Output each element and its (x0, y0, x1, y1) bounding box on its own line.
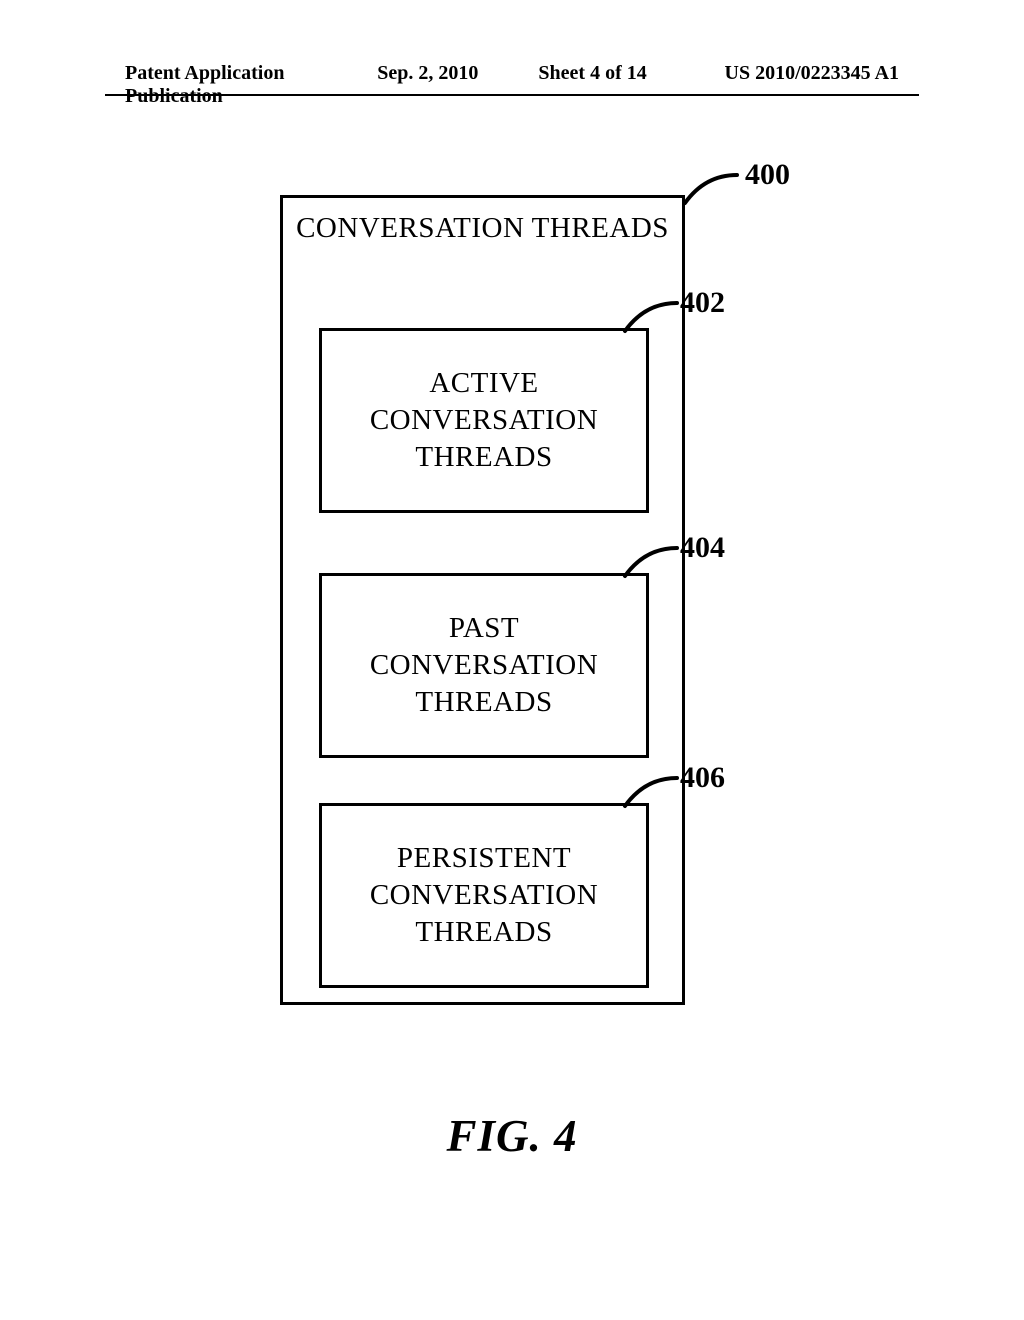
leader-402 (615, 298, 685, 343)
sheet-number: Sheet 4 of 14 (508, 62, 676, 85)
box-line: CONVERSATION (370, 879, 598, 911)
box-line: CONVERSATION (370, 404, 598, 436)
box-line: PERSISTENT (397, 842, 571, 874)
patent-page: Patent Application Publication Sep. 2, 2… (0, 0, 1024, 1320)
box-line: ACTIVE (429, 367, 538, 399)
leader-406 (615, 773, 685, 818)
leader-404 (615, 543, 685, 588)
box-text: PAST CONVERSATION THREADS (370, 610, 598, 721)
box-text: PERSISTENT CONVERSATION THREADS (370, 840, 598, 951)
publication-number: US 2010/0223345 A1 (677, 62, 899, 85)
box-text: ACTIVE CONVERSATION THREADS (370, 365, 598, 476)
past-conversation-threads-box: PAST CONVERSATION THREADS (319, 573, 649, 758)
persistent-conversation-threads-box: PERSISTENT CONVERSATION THREADS (319, 803, 649, 988)
ref-400: 400 (745, 158, 790, 192)
conversation-threads-title: CONVERSATION THREADS (283, 198, 682, 253)
ref-402: 402 (680, 286, 725, 320)
ref-406: 406 (680, 761, 725, 795)
box-line: THREADS (415, 686, 552, 718)
publication-date: Sep. 2, 2010 (347, 62, 508, 85)
leader-400 (675, 170, 745, 215)
box-line: PAST (449, 612, 519, 644)
box-line: THREADS (415, 916, 552, 948)
box-line: THREADS (415, 441, 552, 473)
active-conversation-threads-box: ACTIVE CONVERSATION THREADS (319, 328, 649, 513)
ref-404: 404 (680, 531, 725, 565)
figure-caption: FIG. 4 (105, 1110, 919, 1162)
box-line: CONVERSATION (370, 649, 598, 681)
header-rule (105, 94, 919, 96)
figure-stage: CONVERSATION THREADS ACTIVE CONVERSATION… (105, 100, 919, 1180)
